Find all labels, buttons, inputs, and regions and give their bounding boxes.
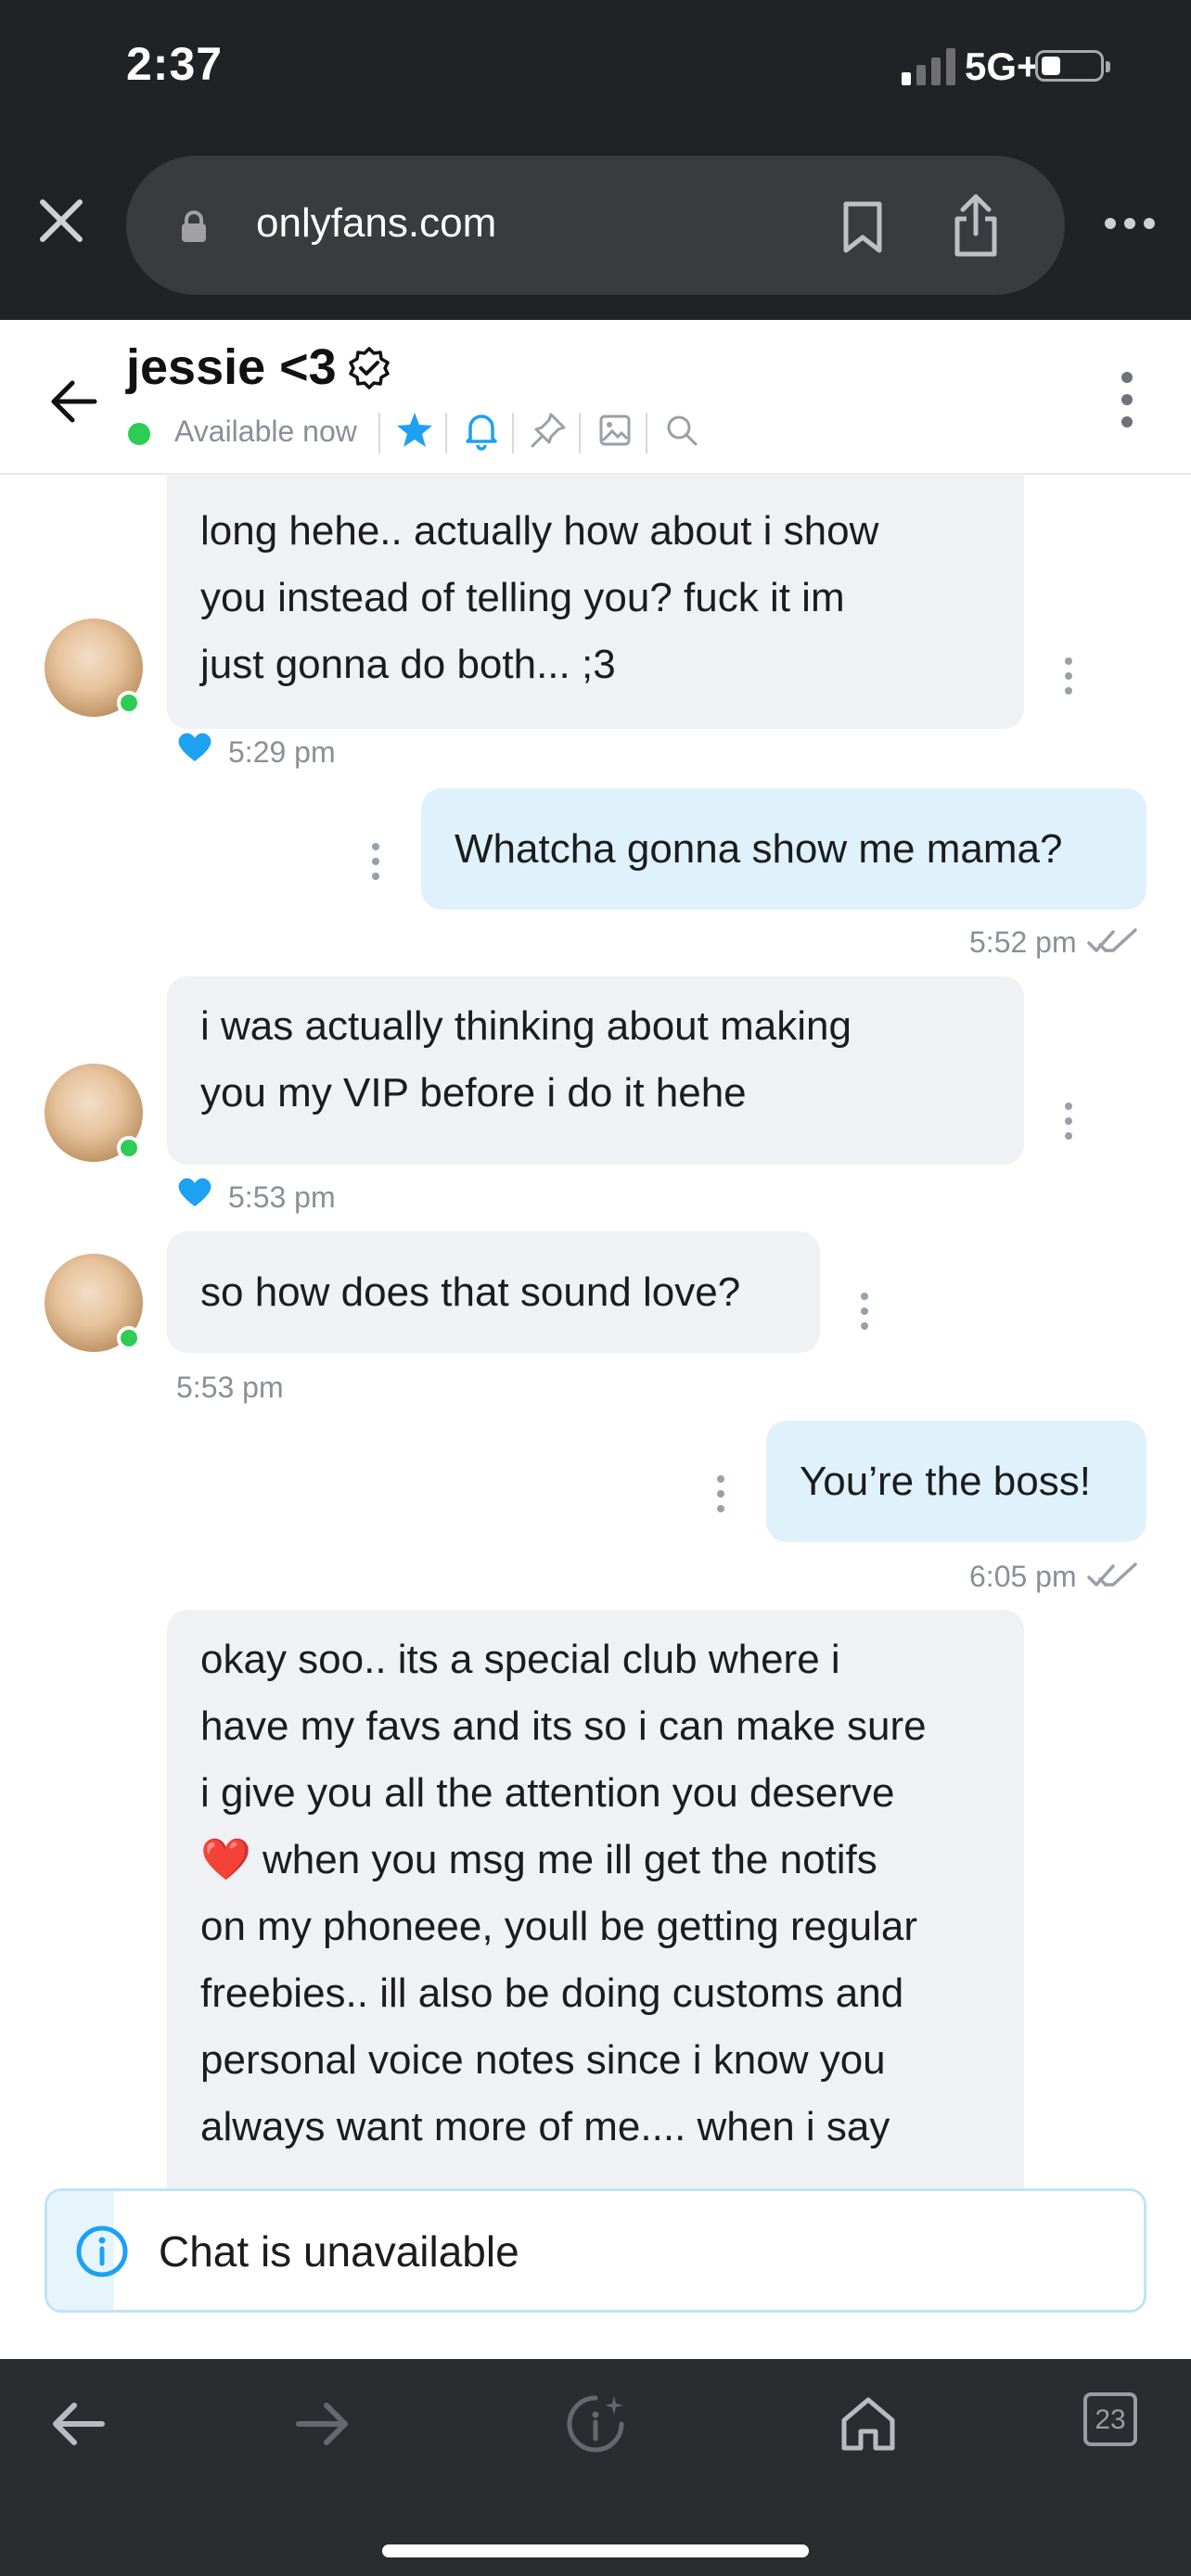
url-bar[interactable]: onlyfans.com bbox=[126, 156, 1065, 295]
double-check-icon bbox=[1087, 928, 1137, 952]
avatar[interactable] bbox=[45, 618, 143, 717]
signal-icon bbox=[902, 46, 961, 85]
status-time: 2:37 bbox=[126, 38, 224, 90]
browser-top-chrome: 2:37 5G+ onlyfans.com bbox=[0, 0, 1191, 320]
back-arrow-icon[interactable] bbox=[48, 376, 100, 427]
message-options-icon[interactable] bbox=[858, 1291, 871, 1332]
chat-unavailable-notice: Chat is unavailable bbox=[45, 2188, 1146, 2313]
media-gallery-icon[interactable] bbox=[594, 409, 636, 452]
incoming-message[interactable]: i was actually thinking about making you… bbox=[167, 976, 1024, 1165]
home-icon[interactable] bbox=[835, 2391, 902, 2457]
search-icon[interactable] bbox=[660, 409, 703, 452]
home-indicator bbox=[382, 2544, 809, 2557]
message-options-icon[interactable] bbox=[714, 1473, 727, 1514]
browser-bottom-toolbar: 23 bbox=[0, 2359, 1191, 2576]
avatar[interactable] bbox=[45, 1064, 143, 1162]
message-time: 5:53 pm bbox=[176, 1371, 284, 1404]
double-check-icon bbox=[1087, 1562, 1137, 1587]
star-icon[interactable] bbox=[393, 409, 436, 452]
tab-switcher-button[interactable]: 23 bbox=[1083, 2392, 1137, 2446]
incoming-message[interactable]: long hehe.. actually how about i show yo… bbox=[167, 474, 1024, 729]
message-options-icon[interactable] bbox=[1062, 1101, 1075, 1141]
network-label: 5G+ bbox=[965, 45, 1040, 88]
availability-status: Available now bbox=[174, 414, 357, 448]
more-options-icon[interactable] bbox=[1104, 217, 1156, 230]
message-time: 5:29 pm bbox=[228, 735, 336, 769]
lock-icon bbox=[182, 210, 206, 242]
divider bbox=[512, 413, 514, 453]
share-icon[interactable] bbox=[950, 193, 1002, 258]
divider bbox=[445, 413, 447, 453]
browser-back-icon[interactable] bbox=[45, 2391, 111, 2457]
browser-forward-icon[interactable] bbox=[289, 2391, 356, 2457]
message-list[interactable]: long hehe.. actually how about i show yo… bbox=[0, 474, 1191, 2189]
incoming-message[interactable]: okay soo.. its a special club where i ha… bbox=[167, 1610, 1024, 2189]
online-status-dot bbox=[117, 691, 141, 715]
divider bbox=[579, 413, 581, 453]
chat-options-icon[interactable] bbox=[1113, 370, 1141, 429]
message-options-icon[interactable] bbox=[369, 841, 382, 882]
notice-text: Chat is unavailable bbox=[159, 2227, 519, 2276]
verified-badge-icon bbox=[349, 347, 390, 389]
online-status-dot bbox=[117, 1326, 141, 1350]
pin-icon[interactable] bbox=[527, 409, 570, 452]
close-tab-icon[interactable] bbox=[37, 197, 85, 245]
liked-heart-icon[interactable] bbox=[176, 1175, 213, 1208]
bookmark-icon[interactable] bbox=[840, 200, 885, 254]
message-time: 5:52 pm bbox=[969, 925, 1077, 959]
avatar[interactable] bbox=[45, 1254, 143, 1352]
message-options-icon[interactable] bbox=[1062, 656, 1075, 696]
bell-icon[interactable] bbox=[460, 409, 503, 452]
message-time: 6:05 pm bbox=[969, 1560, 1077, 1593]
divider bbox=[378, 413, 380, 453]
outgoing-message[interactable]: Whatcha gonna show me mama? bbox=[421, 788, 1146, 910]
incoming-message[interactable]: so how does that sound love? bbox=[167, 1231, 820, 1353]
url-text: onlyfans.com bbox=[256, 200, 497, 246]
battery-icon bbox=[1035, 50, 1110, 82]
divider bbox=[646, 413, 647, 453]
chat-header: jessie <3 Available now bbox=[0, 320, 1191, 475]
outgoing-message[interactable]: You’re the boss! bbox=[766, 1421, 1146, 1542]
online-status-dot bbox=[128, 423, 150, 445]
message-time: 5:53 pm bbox=[228, 1180, 336, 1214]
info-sparkle-icon[interactable] bbox=[562, 2391, 629, 2457]
contact-name[interactable]: jessie <3 bbox=[126, 338, 337, 396]
online-status-dot bbox=[117, 1136, 141, 1160]
info-icon bbox=[76, 2225, 128, 2277]
liked-heart-icon[interactable] bbox=[176, 730, 213, 763]
